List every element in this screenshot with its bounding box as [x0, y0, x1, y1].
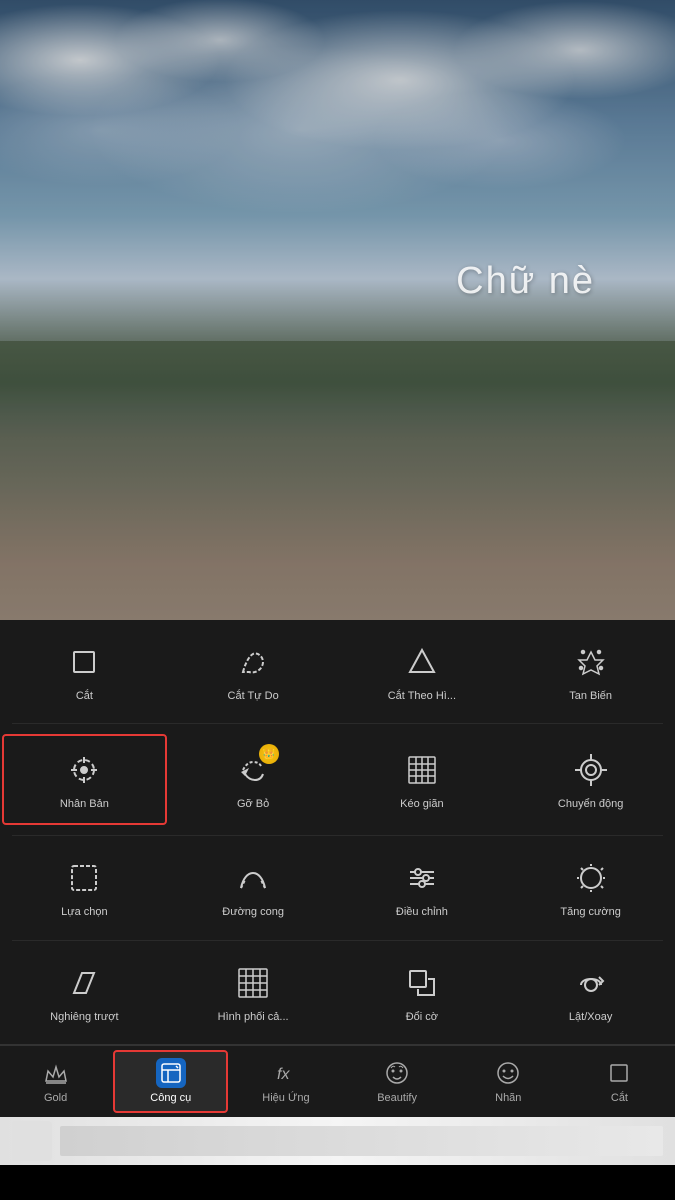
blend-icon [231, 961, 275, 1005]
nav-cong-cu[interactable]: Công cụ [113, 1050, 228, 1113]
tool-row-4: Nghiêng trượt Hình phối cả... [0, 941, 675, 1044]
nav-cat-label: Cắt [611, 1092, 628, 1104]
tool-duong-cong[interactable]: Đường cong [169, 844, 338, 931]
svg-text:fx: fx [277, 1066, 290, 1083]
bottom-nav: Gold Công cụ fx Hiệu Ứng [0, 1045, 675, 1117]
photo-overlay [0, 0, 675, 620]
shapecutt-icon [400, 640, 444, 684]
select-icon [62, 856, 106, 900]
tool-chuyen-dong-label: Chuyển động [558, 798, 623, 811]
tool-cat[interactable]: Cắt [0, 628, 169, 715]
effects-icon: fx [271, 1058, 301, 1088]
nav-crop-icon [604, 1058, 634, 1088]
tool-hinh-phoi-label: Hình phối cả... [218, 1011, 289, 1024]
tool-doi-co[interactable]: Đổi cờ [338, 949, 507, 1036]
tool-tang-cuong-label: Tăng cường [560, 906, 620, 919]
nav-beautify[interactable]: Beautify [342, 1046, 453, 1117]
tool-duong-cong-label: Đường cong [222, 906, 284, 919]
nav-hieu-ung-label: Hiệu Ứng [262, 1092, 309, 1104]
crop-icon [62, 640, 106, 684]
remove-icon: 👑 [231, 748, 275, 792]
photo-text: Chữ nè [456, 260, 595, 303]
nav-cat[interactable]: Cắt [564, 1046, 675, 1117]
tool-lua-chon[interactable]: Lựa chọn [0, 844, 169, 931]
sticker-icon [493, 1058, 523, 1088]
stretch-icon [400, 748, 444, 792]
nav-gold-label: Gold [44, 1092, 67, 1104]
enhance-icon [569, 856, 613, 900]
tool-lua-chon-label: Lựa chọn [61, 906, 108, 919]
nav-nhan[interactable]: Nhãn [453, 1046, 564, 1117]
tool-row-1: Cắt Cắt Tự Do Cắt Theo Hì... [0, 620, 675, 723]
nav-gold[interactable]: Gold [0, 1046, 111, 1117]
gold-badge: 👑 [259, 744, 279, 764]
face-icon [382, 1058, 412, 1088]
tools-icon [156, 1058, 186, 1088]
ad-banner [0, 1117, 675, 1165]
tool-lat-xoay-label: Lật/Xoay [569, 1011, 612, 1024]
motion-icon [569, 748, 613, 792]
tool-cat-tu-do[interactable]: Cắt Tự Do [169, 628, 338, 715]
tool-dieu-chinh[interactable]: Điều chỉnh [338, 844, 507, 931]
tool-row-2: Nhân Bản 👑 Gỡ Bỏ [0, 724, 675, 835]
tool-row-3: Lựa chọn Đường cong [0, 836, 675, 939]
clone-icon [62, 748, 106, 792]
tool-cat-label: Cắt [76, 690, 93, 703]
scatter-icon [569, 640, 613, 684]
tool-cat-theo-hinh-label: Cắt Theo Hì... [388, 690, 456, 703]
resize-icon [400, 961, 444, 1005]
crown-icon [41, 1058, 71, 1088]
tool-tan-bien-label: Tan Biến [569, 690, 612, 703]
tool-chuyen-dong[interactable]: Chuyển động [506, 732, 675, 827]
photo-area: Chữ nè [0, 0, 675, 620]
tool-tan-bien[interactable]: Tan Biến [506, 628, 675, 715]
tool-keo-gian[interactable]: Kéo giãn [338, 732, 507, 827]
tool-nhan-ban[interactable]: Nhân Bản [2, 734, 167, 825]
fliprotate-icon [569, 961, 613, 1005]
tool-cat-tu-do-label: Cắt Tự Do [228, 690, 279, 703]
tool-cat-theo-hinh[interactable]: Cắt Theo Hì... [338, 628, 507, 715]
tool-keo-gian-label: Kéo giãn [400, 798, 443, 811]
tool-tang-cuong[interactable]: Tăng cường [506, 844, 675, 931]
tilt-icon [62, 961, 106, 1005]
freecut-icon [231, 640, 275, 684]
tool-nghieng-truot-label: Nghiêng trượt [50, 1011, 118, 1024]
tool-lat-xoay[interactable]: Lật/Xoay [506, 949, 675, 1036]
tool-doi-co-label: Đổi cờ [406, 1011, 438, 1024]
tool-dieu-chinh-label: Điều chỉnh [396, 906, 448, 919]
tool-nhan-ban-label: Nhân Bản [60, 798, 109, 811]
tool-go-bo[interactable]: 👑 Gỡ Bỏ [169, 732, 338, 827]
tool-go-bo-label: Gỡ Bỏ [237, 798, 269, 811]
nav-cong-cu-label: Công cụ [150, 1092, 191, 1104]
adjust-icon [400, 856, 444, 900]
tool-hinh-phoi[interactable]: Hình phối cả... [169, 949, 338, 1036]
curve-icon [231, 856, 275, 900]
nav-hieu-ung[interactable]: fx Hiệu Ứng [230, 1046, 341, 1117]
tool-nghieng-truot[interactable]: Nghiêng trượt [0, 949, 169, 1036]
nav-nhan-label: Nhãn [495, 1092, 521, 1104]
bottom-panel: Cắt Cắt Tự Do Cắt Theo Hì... [0, 620, 675, 1165]
nav-beautify-label: Beautify [377, 1092, 417, 1104]
